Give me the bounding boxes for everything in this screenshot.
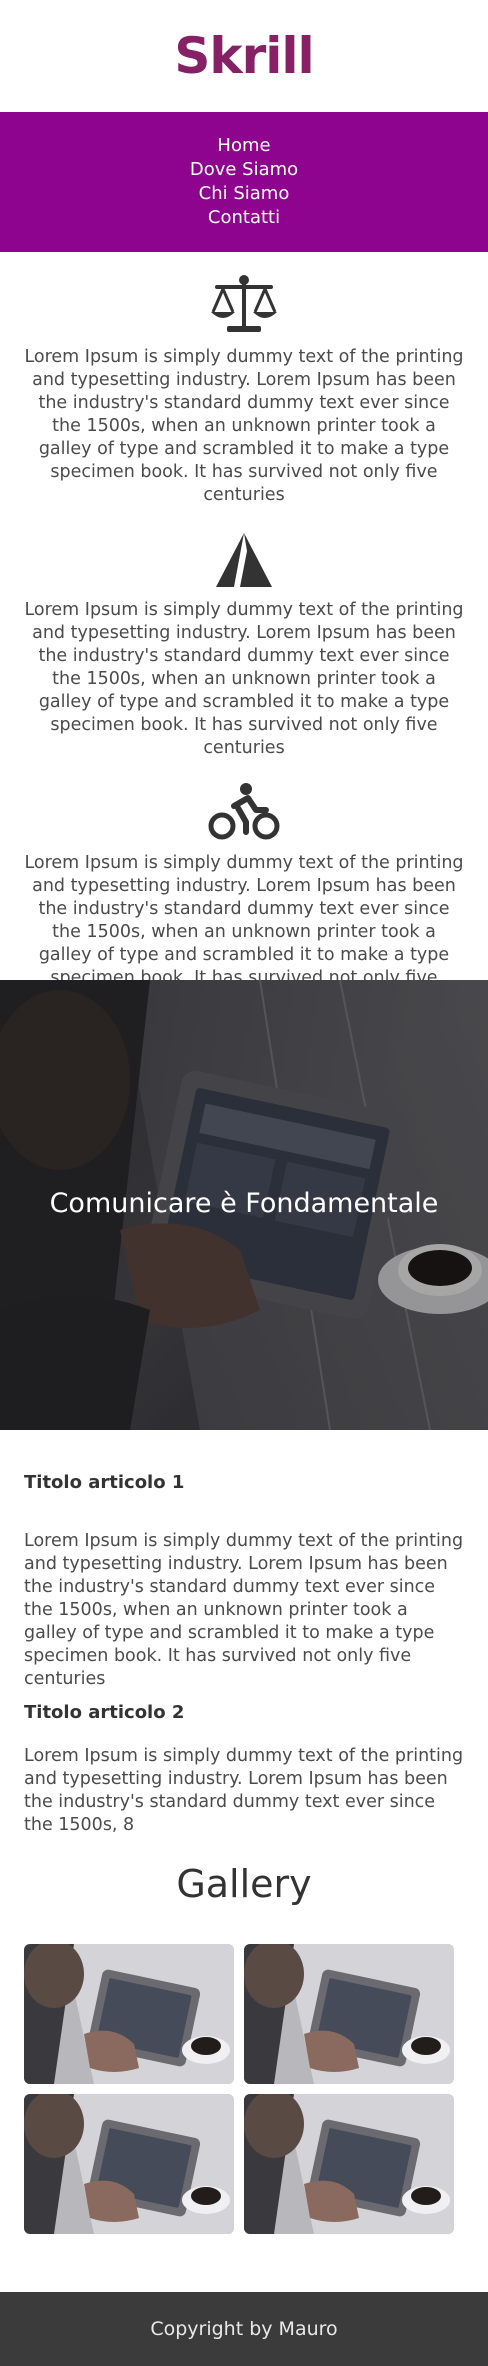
copyright-text: Copyright by Mauro [150,2318,338,2340]
site-header: Skrill [0,0,488,112]
feature-item: Lorem Ipsum is simply dummy text of the … [0,274,488,507]
article-title: Titolo articolo 2 [24,1702,185,1723]
feature-item: Lorem Ipsum is simply dummy text of the … [0,531,488,760]
hero-banner: Comunicare è Fondamentale [0,980,488,1430]
feature-text: Lorem Ipsum is simply dummy text of the … [24,600,464,758]
gallery-title: Gallery [176,1862,312,1906]
site-footer: Copyright by Mauro [0,2292,488,2366]
nav-item-home[interactable]: Home [217,134,270,158]
balance-scale-icon [211,275,277,332]
article-body: Lorem Ipsum is simply dummy text of the … [24,1531,464,1689]
cyclist-icon [208,783,280,840]
hero-title: Comunicare è Fondamentale [49,1188,439,1219]
feature-item: Lorem Ipsum is simply dummy text of the … [0,782,488,1013]
nav-item-chi-siamo[interactable]: Chi Siamo [199,182,290,206]
gallery-image[interactable] [24,1944,234,2084]
nav-item-dove-siamo[interactable]: Dove Siamo [190,158,298,182]
feature-text: Lorem Ipsum is simply dummy text of the … [24,347,464,505]
article-body: Lorem Ipsum is simply dummy text of the … [24,1746,464,1835]
article-title: Titolo articolo 1 [24,1472,185,1493]
features-section: Lorem Ipsum is simply dummy text of the … [0,252,488,1013]
nav-item-contatti[interactable]: Contatti [208,206,280,230]
gallery-image[interactable] [24,2094,234,2234]
gallery-image[interactable] [244,1944,454,2084]
main-nav: Home Dove Siamo Chi Siamo Contatti [0,112,488,252]
mountain-icon [216,533,272,587]
brand-logo[interactable]: Skrill [174,27,314,85]
gallery-image[interactable] [244,2094,454,2234]
